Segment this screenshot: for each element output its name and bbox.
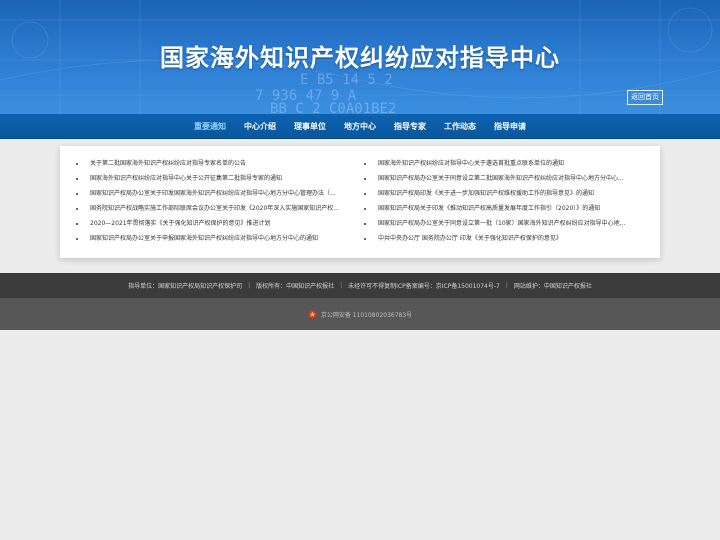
notice-link[interactable]: 国务院知识产权战略实施工作部际联席会议办公室关于印发《2020年深入实施国家知识… — [90, 201, 339, 216]
list-item: 国务院知识产权战略实施工作部际联席会议办公室关于印发《2020年深入实施国家知识… — [74, 201, 342, 216]
bullet-icon — [76, 237, 78, 240]
footer-copyright: 版权所有：中国知识产权报社 — [256, 283, 335, 290]
notice-link[interactable]: 国家知识产权局印发《关于进一步加强知识产权维权援助工作的指导意见》的通知 — [378, 186, 594, 201]
list-item: 2020—2021年贯彻落实《关于强化知识产权保护的意见》推进计划 — [74, 216, 342, 231]
site-title: 国家海外知识产权纠纷应对指导中心 — [160, 44, 560, 72]
notice-list-card: 关于第二批国家海外知识产权纠纷应对指导专家名单的公告 国家海外知识产权纠纷应对指… — [60, 146, 660, 258]
nav-item-guidance-experts[interactable]: 指导专家 — [385, 121, 435, 132]
notice-link[interactable]: 国家海外知识产权纠纷应对指导中心关于遴选首批重点联系单位的通知 — [378, 156, 564, 171]
bullet-icon — [76, 207, 78, 210]
list-item: 国家海外知识产权纠纷应对指导中心关于公开征集第二批指导专家的通知 — [74, 171, 342, 186]
bullet-icon — [364, 207, 366, 210]
nav-item-important-notice[interactable]: 重要通知 — [185, 121, 235, 132]
notice-link[interactable]: 中共中央办公厅 国务院办公厅 印发《关于强化知识产权保护的意见》 — [378, 231, 562, 246]
footer-maintainer: 网站维护：中国知识产权报社 — [513, 283, 592, 290]
list-item: 国家知识产权局办公室关于申报国家海外知识产权纠纷应对指导中心地方分中心的通知 — [74, 231, 342, 246]
notice-link[interactable]: 国家海外知识产权纠纷应对指导中心关于公开征集第二批指导专家的通知 — [90, 171, 282, 186]
list-item: 国家知识产权局办公室关于同意设立第一批（10家）国家海外知识产权纠纷应对指导中心… — [362, 216, 630, 231]
nav-item-council-units[interactable]: 理事单位 — [285, 121, 335, 132]
list-item: 国家知识产权局办公室关于印发国家海外知识产权纠纷应对指导中心地方分中心管理办法（… — [74, 186, 342, 201]
bullet-icon — [76, 177, 78, 180]
footer-divider: | — [248, 282, 251, 289]
footer-divider: | — [505, 282, 508, 289]
footer-divider: | — [340, 282, 343, 289]
bullet-icon — [76, 162, 78, 165]
nav-item-center-intro[interactable]: 中心介绍 — [235, 121, 285, 132]
bullet-icon — [76, 222, 78, 225]
list-item: 国家知识产权局关于印发《推动知识产权高质量发展年度工作指引（2020）》的通知 — [362, 201, 630, 216]
bullet-icon — [76, 192, 78, 195]
bullet-icon — [364, 192, 366, 195]
bullet-icon — [364, 237, 366, 240]
bg-digits-3: E B5 14 5 2 — [300, 72, 393, 88]
notice-link[interactable]: 2020—2021年贯彻落实《关于强化知识产权保护的意见》推进计划 — [90, 216, 271, 231]
bg-digits-2: BB C 2 C0A01BE2 — [270, 101, 396, 114]
bullet-icon — [364, 222, 366, 225]
list-item: 国家知识产权局印发《关于进一步加强知识产权维权援助工作的指导意见》的通知 — [362, 186, 630, 201]
list-item: 关于第二批国家海外知识产权纠纷应对指导专家名单的公告 — [74, 156, 342, 171]
notice-link[interactable]: 国家知识产权局办公室关于同意设立第一批（10家）国家海外知识产权纠纷应对指导中心… — [378, 216, 625, 231]
footer-guide-unit: 指导单位：国家知识产权局知识产权保护司 — [128, 283, 243, 290]
footer-police-bar: 京公网安备 11010802036783号 — [0, 298, 720, 330]
footer-icp-notice[interactable]: 未经许可不得复制ICP备案编号：京ICP备15001074号-7 — [348, 281, 500, 290]
notice-link[interactable]: 国家知识产权局关于印发《推动知识产权高质量发展年度工作指引（2020）》的通知 — [378, 201, 600, 216]
main-nav: 重要通知 中心介绍 理事单位 地方中心 指导专家 工作动态 指导申请 — [0, 114, 720, 139]
list-item: 中共中央办公厅 国务院办公厅 印发《关于强化知识产权保护的意见》 — [362, 231, 630, 246]
back-home-button[interactable]: 返回首页 — [627, 90, 663, 105]
notice-link[interactable]: 国家知识产权局办公室关于同意设立第二批国家海外知识产权纠纷应对指导中心地方分中心… — [378, 171, 624, 186]
notice-column-left: 关于第二批国家海外知识产权纠纷应对指导专家名单的公告 国家海外知识产权纠纷应对指… — [74, 156, 342, 246]
bullet-icon — [364, 177, 366, 180]
nav-item-local-centers[interactable]: 地方中心 — [335, 121, 385, 132]
nav-item-guidance-apply[interactable]: 指导申请 — [485, 121, 535, 132]
notice-link[interactable]: 关于第二批国家海外知识产权纠纷应对指导专家名单的公告 — [90, 156, 246, 171]
footer-police-record[interactable]: 京公网安备 11010802036783号 — [321, 310, 412, 319]
footer-info-bar: 指导单位：国家知识产权局知识产权保护司 | 版权所有：中国知识产权报社 | 未经… — [0, 273, 720, 298]
list-item: 国家知识产权局办公室关于同意设立第二批国家海外知识产权纠纷应对指导中心地方分中心… — [362, 171, 630, 186]
notice-link[interactable]: 国家知识产权局办公室关于印发国家海外知识产权纠纷应对指导中心地方分中心管理办法（… — [90, 186, 336, 201]
notice-column-right: 国家海外知识产权纠纷应对指导中心关于遴选首批重点联系单位的通知 国家知识产权局办… — [362, 156, 630, 246]
notice-link[interactable]: 国家知识产权局办公室关于申报国家海外知识产权纠纷应对指导中心地方分中心的通知 — [90, 231, 318, 246]
header-banner: 7 936 47 9 A BB C 2 C0A01BE2 E B5 14 5 2… — [0, 0, 720, 114]
nav-item-work-news[interactable]: 工作动态 — [435, 121, 485, 132]
list-item: 国家海外知识产权纠纷应对指导中心关于遴选首批重点联系单位的通知 — [362, 156, 630, 171]
police-badge-icon — [308, 309, 317, 319]
bullet-icon — [364, 162, 366, 165]
